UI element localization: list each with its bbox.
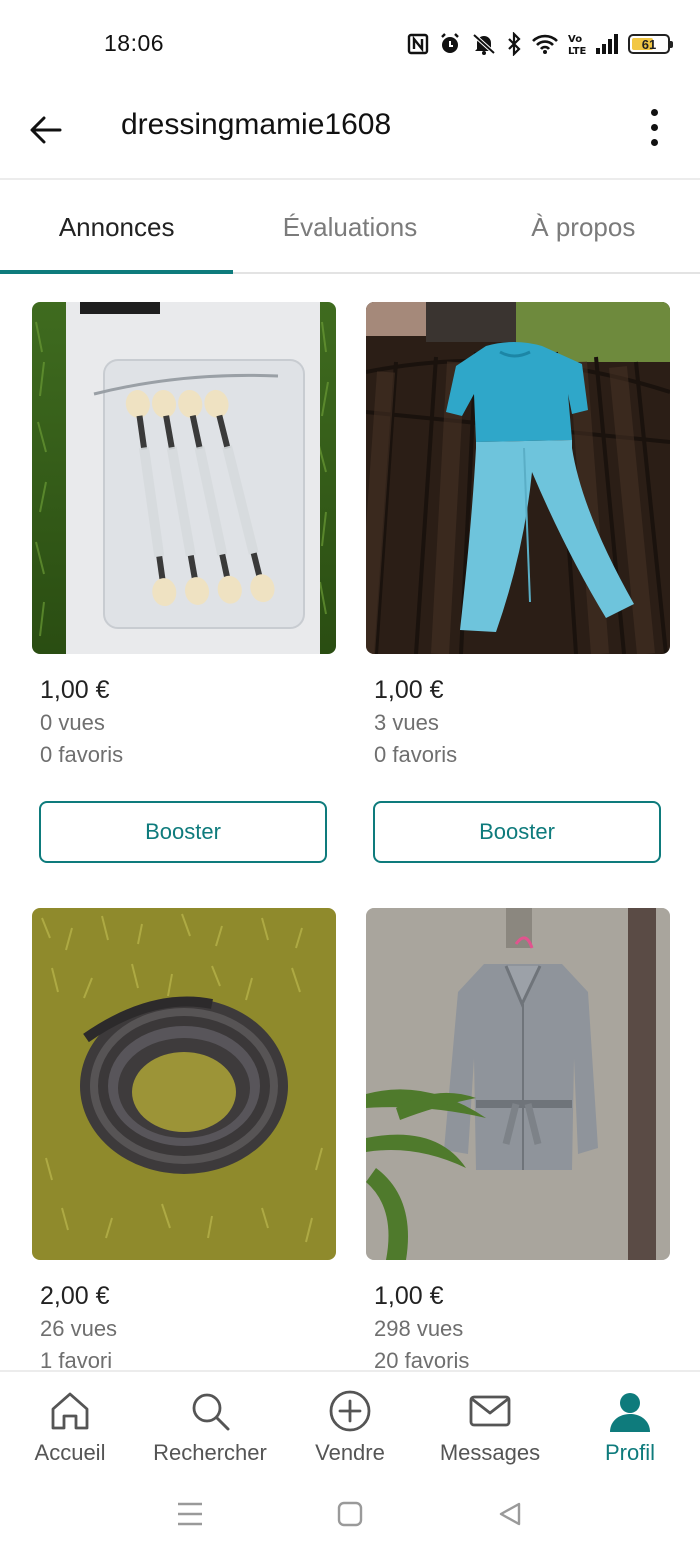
- nav-label: Accueil: [34, 1440, 106, 1465]
- tab-evaluations[interactable]: Évaluations: [233, 182, 466, 272]
- booster-button[interactable]: Booster: [39, 801, 327, 863]
- home-icon: [51, 1392, 89, 1430]
- more-dot: [650, 108, 658, 116]
- listing-photo[interactable]: [32, 302, 336, 654]
- listing-views: 0 vues: [40, 710, 105, 735]
- nav-profil[interactable]: Profil: [560, 1372, 700, 1472]
- listing-price: 1,00 €: [374, 1282, 444, 1310]
- listing-views: 3 vues: [374, 710, 439, 735]
- listing-favorites: 20 favoris: [374, 1348, 470, 1370]
- nav-vendre[interactable]: Vendre: [280, 1372, 420, 1472]
- listing-views: 26 vues: [40, 1316, 118, 1341]
- svg-text:Vo: Vo: [568, 34, 582, 45]
- nav-accueil[interactable]: Accueil: [0, 1372, 140, 1472]
- more-dot: [650, 123, 658, 131]
- signal-icon: [595, 33, 619, 55]
- nav-rechercher[interactable]: Rechercher: [140, 1372, 280, 1472]
- page-title: dressingmamie1608: [121, 108, 392, 141]
- battery-level: 61: [641, 36, 657, 52]
- listing-price: 1,00 €: [40, 676, 110, 704]
- square-icon: [337, 1501, 363, 1527]
- system-back-button[interactable]: [490, 1494, 530, 1534]
- back-button[interactable]: [22, 106, 70, 154]
- listing-price: 2,00 €: [40, 1282, 110, 1310]
- battery-icon: 61: [628, 34, 673, 54]
- listing-card[interactable]: 1,00 € 3 vues 0 favoris Booster: [366, 302, 670, 863]
- alarm-icon: [438, 32, 462, 56]
- listing-favorites: 1 favori: [40, 1348, 113, 1370]
- system-navigation-bar: [0, 1472, 700, 1556]
- listing-card[interactable]: 1,00 € 0 vues 0 favoris Booster: [32, 302, 336, 863]
- nfc-icon: [407, 33, 429, 55]
- status-icons: Vo LTE 61: [407, 30, 673, 58]
- triangle-back-icon: [499, 1502, 521, 1526]
- grey-jacket-photo: [366, 908, 670, 1260]
- listing-photo[interactable]: [32, 908, 336, 1260]
- bluetooth-icon: [506, 32, 522, 56]
- wifi-icon: [531, 33, 559, 55]
- app-header: dressingmamie1608: [0, 88, 700, 180]
- volte-icon: Vo LTE: [568, 32, 586, 56]
- system-menu-button[interactable]: [170, 1494, 210, 1534]
- nav-label: Messages: [439, 1440, 541, 1465]
- status-time: 18:06: [104, 30, 165, 56]
- profile-icon: [610, 1393, 650, 1432]
- booster-button[interactable]: Booster: [373, 801, 661, 863]
- search-icon: [192, 1393, 230, 1431]
- listing-card[interactable]: 2,00 € 26 vues 1 favori: [32, 908, 336, 1370]
- listing-favorites: 0 favoris: [40, 742, 124, 767]
- more-dot: [650, 138, 658, 146]
- listing-photo[interactable]: [366, 908, 670, 1260]
- nav-label: Vendre: [315, 1440, 385, 1465]
- listing-card[interactable]: 1,00 € 298 vues 20 favoris: [366, 908, 670, 1370]
- nav-label: Profil: [604, 1440, 656, 1465]
- profile-tabs: Annonces Évaluations À propos: [0, 182, 700, 274]
- plus-circle-icon: [329, 1390, 371, 1432]
- rolled-belt-photo: [32, 908, 336, 1260]
- nav-label: Rechercher: [153, 1440, 267, 1465]
- menu-icon: [178, 1502, 202, 1526]
- mail-icon: [469, 1395, 511, 1427]
- listing-price: 1,00 €: [374, 676, 444, 704]
- nav-messages[interactable]: Messages: [420, 1372, 560, 1472]
- system-home-button[interactable]: [330, 1494, 370, 1534]
- listing-favorites: 0 favoris: [374, 742, 458, 767]
- listings-grid: 1,00 € 0 vues 0 favoris Booster 1,00 € 3…: [0, 276, 700, 1370]
- tab-annonces[interactable]: Annonces: [0, 182, 234, 274]
- listing-views: 298 vues: [374, 1316, 464, 1341]
- arrow-left-icon: [30, 116, 62, 144]
- blue-pyjama-set-photo: [366, 302, 670, 654]
- svg-text:LTE: LTE: [568, 46, 586, 56]
- tab-a-propos[interactable]: À propos: [467, 182, 700, 272]
- more-options-button[interactable]: [634, 102, 674, 152]
- status-bar: 18:06 Vo LTE 61: [0, 0, 700, 88]
- listing-photo[interactable]: [366, 302, 670, 654]
- bottom-navigation: Accueil Rechercher Vendre Messages Profi…: [0, 1370, 700, 1472]
- eyeshadow-applicators-photo: [32, 302, 336, 654]
- mute-icon: [471, 32, 497, 56]
